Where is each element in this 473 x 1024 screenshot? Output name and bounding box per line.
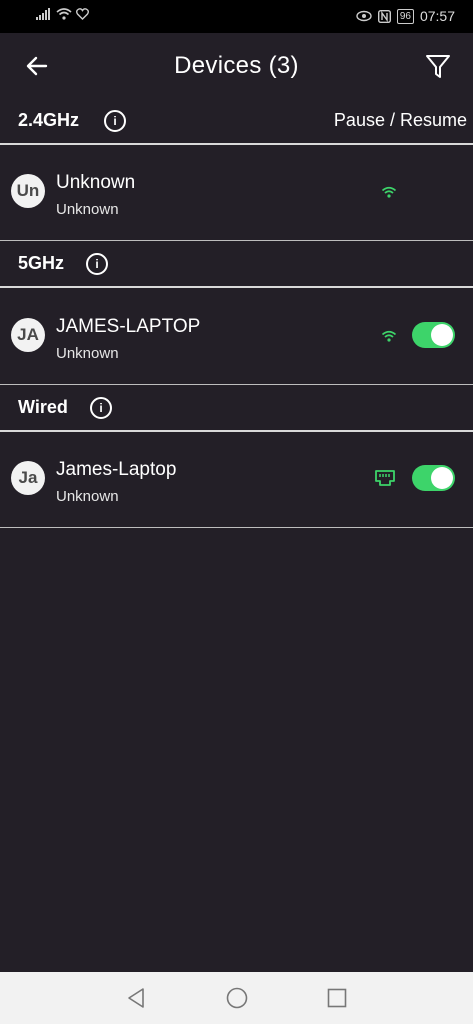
section-header-2-4ghz: 2.4GHz i Pause / Resume: [0, 99, 473, 145]
device-subtitle: Unknown: [56, 345, 119, 362]
status-left: [36, 8, 89, 20]
eye-icon: [356, 10, 372, 22]
nav-home-button[interactable]: [225, 986, 249, 1010]
status-right: 96 07:57: [356, 8, 455, 24]
status-bar: 96 07:57: [0, 0, 473, 33]
ethernet-icon: [375, 470, 395, 486]
page-title: Devices (3): [174, 52, 299, 79]
nav-recents-button[interactable]: [325, 986, 349, 1010]
wifi-icon: [381, 186, 397, 198]
nfc-icon: [377, 9, 391, 23]
wifi-icon: [381, 330, 397, 342]
triangle-back-icon: [128, 988, 144, 1008]
top-bar: Devices (3): [0, 33, 473, 97]
toggle-knob: [431, 324, 453, 346]
filter-button[interactable]: [423, 51, 453, 81]
clock: 07:57: [419, 8, 455, 24]
heart-icon: [76, 8, 89, 20]
device-name: JAMES-LAPTOP: [56, 316, 201, 337]
square-recents-icon: [327, 988, 347, 1008]
filter-icon: [426, 55, 450, 78]
battery-indicator: 96: [396, 8, 414, 24]
wifi-status-icon: [56, 8, 72, 20]
section-label: 5GHz: [18, 253, 65, 273]
nav-back-button[interactable]: [124, 986, 148, 1010]
avatar: JA: [11, 318, 45, 352]
pause-toggle[interactable]: [412, 322, 455, 348]
section-header-wired: Wired i: [0, 386, 473, 432]
device-row[interactable]: JA JAMES-LAPTOP Unknown: [0, 288, 473, 385]
device-row[interactable]: Ja James-Laptop Unknown: [0, 431, 473, 528]
device-name: James-Laptop: [56, 459, 177, 480]
section-header-5ghz: 5GHz i: [0, 242, 473, 288]
info-icon[interactable]: i: [86, 253, 108, 275]
toggle-knob: [431, 467, 453, 489]
avatar: Ja: [11, 461, 45, 495]
section-label: Wired: [18, 397, 68, 417]
pause-toggle[interactable]: [412, 465, 455, 491]
device-row[interactable]: Un Unknown Unknown: [0, 144, 473, 241]
section-label: 2.4GHz: [18, 110, 80, 130]
device-name: Unknown: [56, 172, 136, 193]
device-subtitle: Unknown: [56, 488, 119, 505]
avatar: Un: [11, 174, 45, 208]
pause-resume-button[interactable]: Pause / Resume: [334, 110, 467, 131]
app-screen: Devices (3) 2.4GHz i Pause / Resume Un U…: [0, 33, 473, 972]
signal-icon: [36, 8, 50, 20]
info-icon[interactable]: i: [90, 397, 112, 419]
circle-home-icon: [226, 987, 248, 1009]
info-icon[interactable]: i: [104, 110, 126, 132]
system-nav-bar: [0, 972, 473, 1024]
device-subtitle: Unknown: [56, 201, 119, 218]
